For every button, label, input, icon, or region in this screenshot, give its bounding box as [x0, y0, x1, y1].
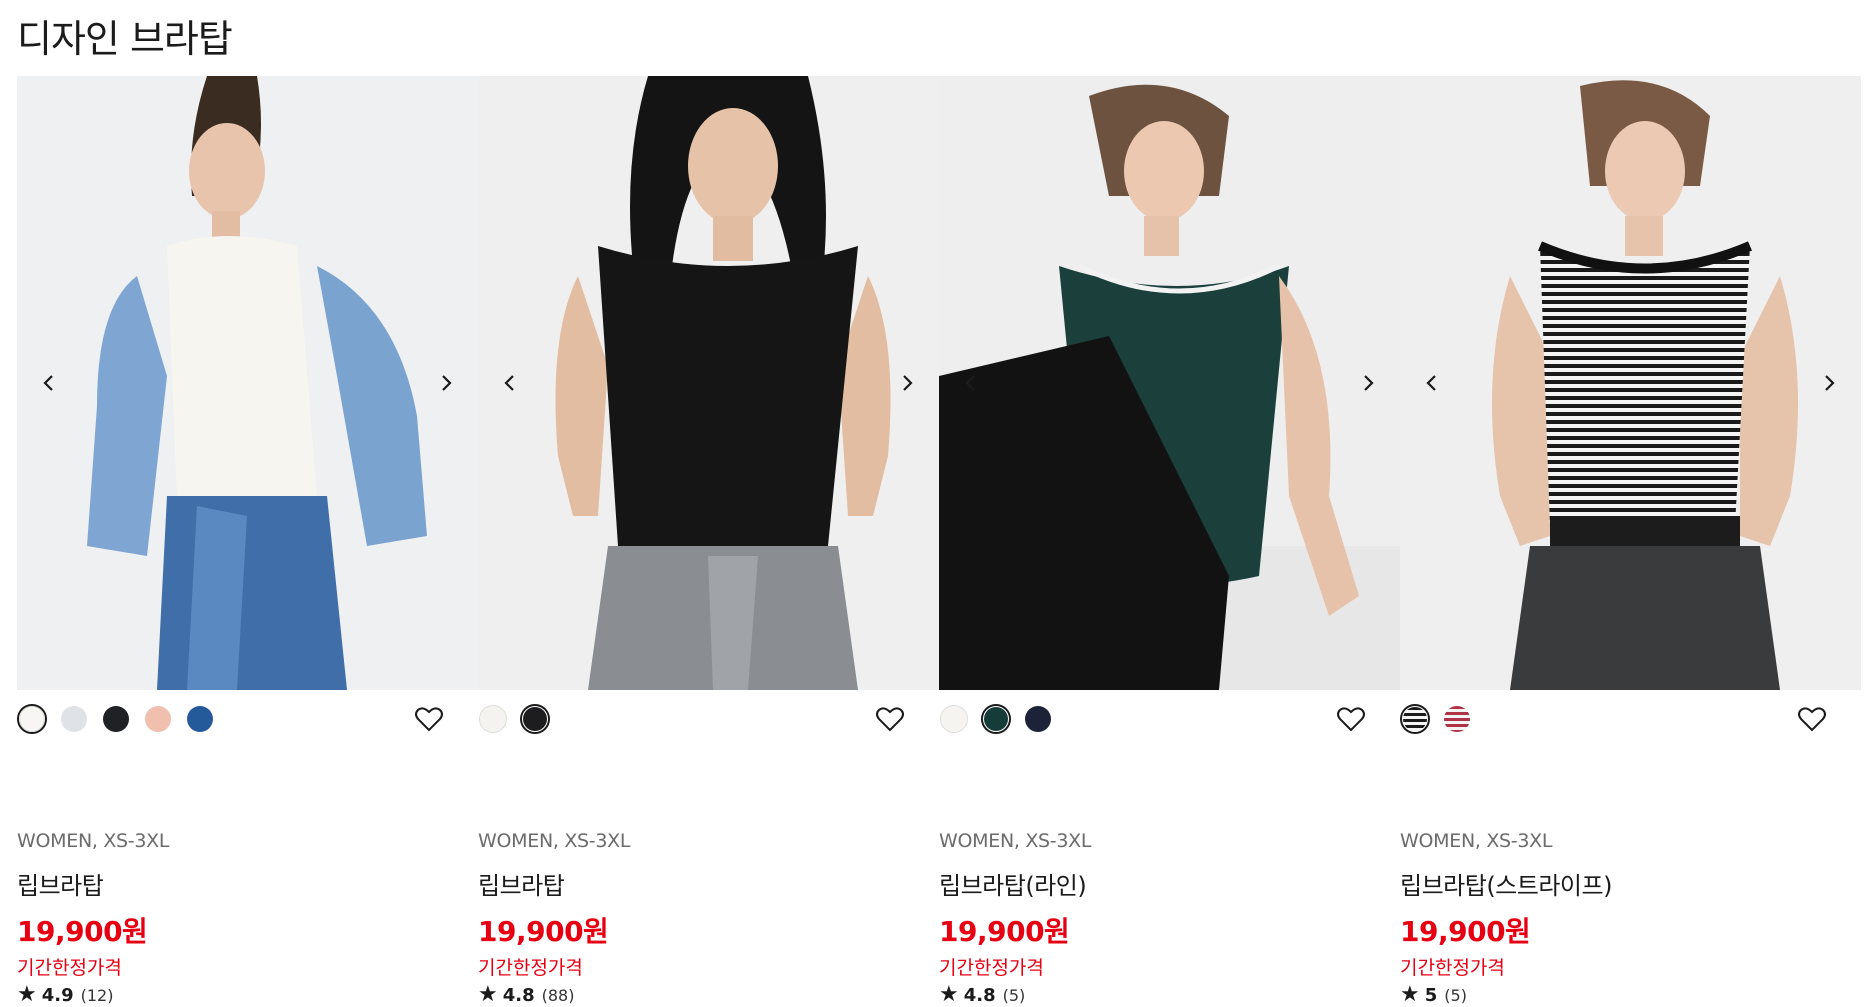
rating-score: 4.9 — [41, 985, 74, 1006]
heart-icon[interactable] — [875, 704, 905, 734]
color-swatches — [478, 703, 562, 735]
swatch-color — [187, 706, 213, 732]
promo-label: 기간한정가격 — [1400, 957, 1505, 979]
swatch-color — [479, 705, 507, 733]
swatch-color — [19, 706, 45, 732]
carousel-next-button[interactable] — [892, 368, 922, 398]
chevron-left-icon — [504, 375, 514, 391]
chevron-right-icon — [442, 375, 452, 391]
swatch-color — [1025, 706, 1051, 732]
product-card[interactable]: WOMEN, XS-3XL 립브라탑 19,900원 기간한정가격 ★ 4.8 … — [478, 76, 939, 1007]
chevron-left-icon — [1426, 375, 1436, 391]
carousel-prev-button[interactable] — [34, 368, 64, 398]
chevron-right-icon — [1364, 375, 1374, 391]
product-name[interactable]: 립브라탑 — [17, 866, 104, 901]
rating-score: 4.8 — [502, 985, 535, 1006]
color-swatch[interactable] — [1023, 704, 1053, 734]
product-card[interactable]: WOMEN, XS-3XL 립브라탑 19,900원 기간한정가격 ★ 4.9 … — [17, 76, 478, 1007]
product-meta: WOMEN, XS-3XL — [939, 830, 1092, 852]
swatch-color — [103, 706, 129, 732]
product-image[interactable] — [478, 76, 939, 690]
star-icon: ★ — [17, 982, 37, 1007]
product-image[interactable] — [17, 76, 478, 690]
color-swatch[interactable] — [1442, 704, 1472, 734]
color-swatch[interactable] — [478, 704, 508, 734]
carousel-next-button[interactable] — [431, 368, 461, 398]
product-photo-model-striped-tank — [1400, 76, 1861, 690]
review-count: (5) — [1002, 986, 1026, 1005]
rating-score: 5 — [1424, 985, 1438, 1006]
carousel-prev-button[interactable] — [1417, 368, 1447, 398]
product-name[interactable]: 립브라탑 — [478, 866, 565, 901]
chevron-right-icon — [903, 375, 913, 391]
color-swatch[interactable] — [59, 704, 89, 734]
chevron-left-icon — [965, 375, 975, 391]
section-title: 디자인 브라탑 — [17, 17, 233, 61]
color-swatch[interactable] — [520, 704, 550, 734]
swatch-color — [1444, 706, 1470, 732]
swatch-color — [984, 707, 1008, 731]
product-rating: ★ 4.8 (88) — [478, 982, 574, 1007]
review-count: (12) — [80, 986, 114, 1005]
color-swatch[interactable] — [1400, 704, 1430, 734]
product-image[interactable] — [1400, 76, 1861, 690]
color-swatches — [1400, 703, 1484, 735]
product-card[interactable]: WOMEN, XS-3XL 립브라탑(라인) 19,900원 기간한정가격 ★ … — [939, 76, 1400, 1007]
product-card[interactable]: WOMEN, XS-3XL 립브라탑(스트라이프) 19,900원 기간한정가격… — [1400, 76, 1861, 1007]
product-price: 19,900원 — [478, 915, 609, 948]
product-price: 19,900원 — [1400, 915, 1531, 948]
carousel-next-button[interactable] — [1353, 368, 1383, 398]
product-image[interactable] — [939, 76, 1400, 690]
carousel-next-button[interactable] — [1814, 368, 1844, 398]
color-swatches — [17, 703, 227, 735]
color-swatches — [939, 703, 1065, 735]
swatch-color — [1403, 707, 1427, 731]
color-swatch[interactable] — [17, 704, 47, 734]
carousel-prev-button[interactable] — [495, 368, 525, 398]
promo-label: 기간한정가격 — [939, 957, 1044, 979]
chevron-left-icon — [43, 375, 53, 391]
heart-icon[interactable] — [1797, 704, 1827, 734]
rating-score: 4.8 — [963, 985, 996, 1006]
product-name[interactable]: 립브라탑(라인) — [939, 866, 1087, 901]
product-price: 19,900원 — [939, 915, 1070, 948]
star-icon: ★ — [1400, 982, 1420, 1007]
product-grid: WOMEN, XS-3XL 립브라탑 19,900원 기간한정가격 ★ 4.9 … — [17, 76, 1861, 1007]
product-meta: WOMEN, XS-3XL — [1400, 830, 1553, 852]
product-rating: ★ 4.8 (5) — [939, 982, 1025, 1007]
review-count: (88) — [541, 986, 575, 1005]
product-rating: ★ 4.9 (12) — [17, 982, 113, 1007]
product-photo-model-green-line-tank — [939, 76, 1400, 690]
product-meta: WOMEN, XS-3XL — [478, 830, 631, 852]
color-swatch[interactable] — [981, 704, 1011, 734]
swatch-color — [523, 707, 547, 731]
promo-label: 기간한정가격 — [478, 957, 583, 979]
color-swatch[interactable] — [185, 704, 215, 734]
star-icon: ★ — [939, 982, 959, 1007]
swatch-color — [940, 705, 968, 733]
color-swatch[interactable] — [939, 704, 969, 734]
heart-icon[interactable] — [414, 704, 444, 734]
product-meta: WOMEN, XS-3XL — [17, 830, 170, 852]
product-rating: ★ 5 (5) — [1400, 982, 1467, 1007]
promo-label: 기간한정가격 — [17, 957, 122, 979]
heart-icon[interactable] — [1336, 704, 1366, 734]
product-name[interactable]: 립브라탑(스트라이프) — [1400, 866, 1612, 901]
swatch-color — [145, 706, 171, 732]
product-price: 19,900원 — [17, 915, 148, 948]
swatch-color — [61, 706, 87, 732]
product-photo-model-black-tank — [478, 76, 939, 690]
color-swatch[interactable] — [143, 704, 173, 734]
chevron-right-icon — [1825, 375, 1835, 391]
product-photo-model-white-tank — [17, 76, 478, 690]
review-count: (5) — [1444, 986, 1467, 1005]
color-swatch[interactable] — [101, 704, 131, 734]
star-icon: ★ — [478, 982, 498, 1007]
carousel-prev-button[interactable] — [956, 368, 986, 398]
